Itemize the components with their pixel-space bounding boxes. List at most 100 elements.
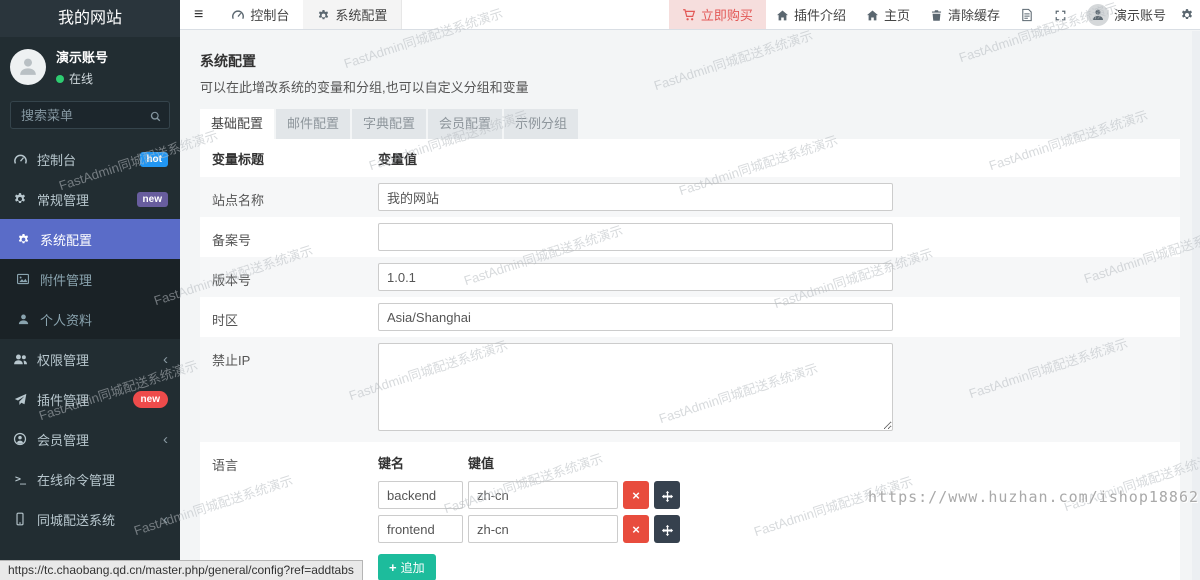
avatar <box>10 49 46 85</box>
close-icon: × <box>632 521 640 537</box>
gear-icon <box>15 231 31 247</box>
move-row-button[interactable] <box>654 515 680 543</box>
move-icon <box>661 521 674 536</box>
username-label: 演示账号 <box>1113 8 1166 23</box>
trash-icon <box>930 7 943 22</box>
plus-icon: + <box>389 560 397 575</box>
page-subtitle: 可以在此增改系统的变量和分组,也可以自定义分组和变量 <box>200 80 529 95</box>
delete-row-button[interactable]: × <box>623 515 649 543</box>
sidebar: 我的网站 演示账号 在线 控制台 hot 常规管理 new 系统配置 附件管理 <box>0 0 180 580</box>
avatar <box>1086 3 1109 26</box>
version-input[interactable] <box>378 263 893 291</box>
navbar-spacer <box>402 0 669 29</box>
new-badge: new <box>136 191 168 207</box>
search-input[interactable] <box>10 101 170 129</box>
sidebar-item-online-command[interactable]: >_ 在线命令管理 <box>0 459 180 499</box>
sidebar-item-system-config[interactable]: 系统配置 <box>0 219 180 259</box>
tab-basic-config[interactable]: 基础配置 <box>200 109 274 139</box>
tab-example-group[interactable]: 示例分组 <box>504 109 578 139</box>
forbidden-ip-textarea[interactable] <box>378 343 893 431</box>
sidebar-menu: 控制台 hot 常规管理 new 系统配置 附件管理 个人资料 权限管理 ‹ 插… <box>0 139 180 539</box>
config-tabs: 基础配置 邮件配置 字典配置 会员配置 示例分组 <box>200 109 1180 139</box>
chevron-left-icon: ‹ <box>163 350 168 368</box>
kv-headers: 键名 键值 <box>378 453 1180 472</box>
language-button[interactable] <box>1010 0 1044 29</box>
sidebar-item-general[interactable]: 常规管理 new <box>0 179 180 219</box>
clear-cache-link[interactable]: 清除缓存 <box>920 0 1010 29</box>
beian-input[interactable] <box>378 223 893 251</box>
menu-search <box>10 101 170 129</box>
form-row-forbidden-ip: 禁止IP <box>200 337 1180 442</box>
lang-key-input[interactable] <box>378 515 463 543</box>
lang-value-input[interactable] <box>468 515 618 543</box>
users-icon <box>12 351 28 367</box>
home-link[interactable]: 主页 <box>856 0 920 29</box>
buy-now-button[interactable]: 立即购买 <box>668 0 766 29</box>
lang-value-input[interactable] <box>468 481 618 509</box>
user-circle-icon <box>12 431 28 447</box>
site-name-input[interactable] <box>378 183 893 211</box>
chevron-left-icon: ‹ <box>163 510 168 528</box>
user-menu[interactable]: 演示账号 <box>1077 0 1176 29</box>
delete-row-button[interactable]: × <box>623 481 649 509</box>
append-button[interactable]: + 追加 <box>378 554 436 580</box>
plugin-intro-link[interactable]: 插件介绍 <box>766 0 856 29</box>
scrollbar-track[interactable] <box>1192 31 1200 580</box>
new-pill-badge: new <box>132 390 168 408</box>
tab-mail-config[interactable]: 邮件配置 <box>276 109 350 139</box>
form-row-timezone: 时区 <box>200 297 1180 337</box>
tab-system-config[interactable]: 系统配置 <box>303 0 403 29</box>
mobile-icon <box>12 511 28 527</box>
terminal-icon: >_ <box>14 473 26 485</box>
hot-badge: hot <box>140 151 168 167</box>
language-icon <box>1020 7 1034 23</box>
hamburger-icon: ≡ <box>194 5 204 23</box>
sidebar-item-auth[interactable]: 权限管理 ‹ <box>0 339 180 379</box>
tab-member-config[interactable]: 会员配置 <box>428 109 502 139</box>
lang-key-input[interactable] <box>378 481 463 509</box>
settings-button[interactable] <box>1176 0 1200 29</box>
page-title: 系统配置 <box>200 53 256 69</box>
gauge-icon <box>12 151 28 167</box>
sidebar-item-attachments[interactable]: 附件管理 <box>0 259 180 299</box>
kv-row-backend: × <box>378 481 1180 509</box>
paper-plane-icon <box>12 391 28 407</box>
gauge-icon <box>231 7 245 23</box>
home-icon <box>776 7 789 22</box>
cart-icon <box>682 7 696 23</box>
sidebar-item-members[interactable]: 会员管理 ‹ <box>0 419 180 459</box>
column-header-title: 变量标题 <box>212 151 265 167</box>
kv-value-header: 键值 <box>468 456 495 471</box>
person-icon <box>15 311 31 327</box>
timezone-input[interactable] <box>378 303 893 331</box>
sidebar-toggle-button[interactable]: ≡ <box>180 0 217 29</box>
fullscreen-button[interactable] <box>1044 0 1077 29</box>
gear-icon <box>317 7 330 22</box>
gears-icon <box>12 191 28 207</box>
kv-key-header: 键名 <box>378 456 405 471</box>
browser-status-bar: https://tc.chaobang.qd.cn/master.php/gen… <box>0 560 363 580</box>
image-icon <box>15 271 31 287</box>
move-row-button[interactable] <box>654 481 680 509</box>
fullscreen-icon <box>1054 7 1067 22</box>
sidebar-item-profile[interactable]: 个人资料 <box>0 299 180 339</box>
form-row-version: 版本号 <box>200 257 1180 297</box>
tab-dashboard[interactable]: 控制台 <box>217 0 303 29</box>
sidebar-item-addons[interactable]: 插件管理 new <box>0 379 180 419</box>
home-icon <box>866 7 879 22</box>
column-header-value: 变量值 <box>378 151 418 167</box>
gear-icon <box>1180 7 1194 23</box>
user-status: 在线 <box>56 70 108 87</box>
sidebar-item-dashboard[interactable]: 控制台 hot <box>0 139 180 179</box>
config-form-panel: 变量标题 变量值 站点名称 备案号 版本号 时区 禁止IP <box>200 139 1180 580</box>
site-logo[interactable]: 我的网站 <box>0 0 180 37</box>
search-icon <box>149 108 162 126</box>
chevron-left-icon: ‹ <box>163 430 168 448</box>
form-row-beian: 备案号 <box>200 217 1180 257</box>
tab-dictionary-config[interactable]: 字典配置 <box>352 109 426 139</box>
sidebar-item-city-delivery[interactable]: 同城配送系统 ‹ <box>0 499 180 539</box>
kv-row-frontend: × <box>378 515 1180 543</box>
move-icon <box>661 487 674 502</box>
table-header: 变量标题 变量值 <box>200 139 1180 177</box>
close-icon: × <box>632 487 640 503</box>
